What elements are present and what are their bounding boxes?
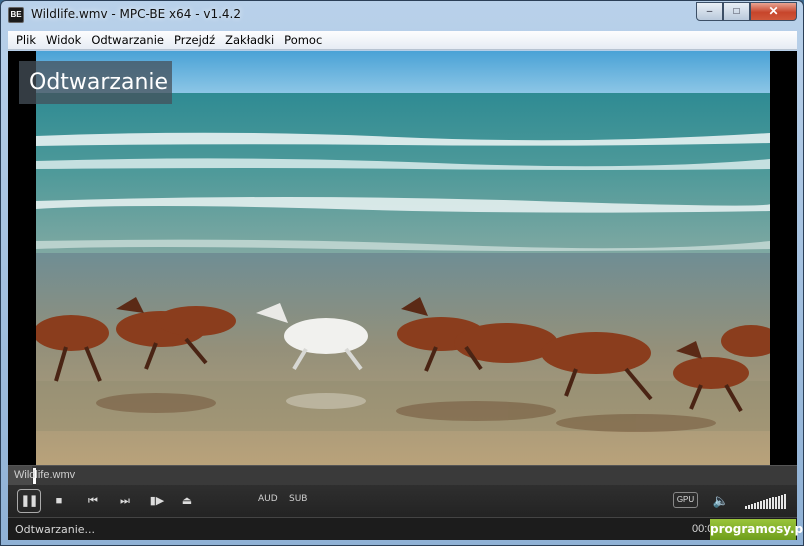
frame-step-button[interactable]: ▮▶ <box>146 491 168 511</box>
menu-przejdz[interactable]: Przejdź <box>169 31 220 50</box>
window-title: Wildlife.wmv - MPC-BE x64 - v1.4.2 <box>31 7 242 21</box>
video-frame[interactable] <box>36 51 770 465</box>
volume-level-bar <box>760 501 762 509</box>
osd-status-overlay: Odtwarzanie <box>19 61 172 104</box>
menu-bar: Plik Widok Odtwarzanie Przejdź Zakładki … <box>8 31 797 50</box>
clapperboard-icon[interactable]: BE <box>8 7 24 23</box>
menu-pomoc[interactable]: Pomoc <box>279 31 327 50</box>
volume-level-bar <box>751 504 753 509</box>
skip-back-icon: ⏮ <box>88 495 98 507</box>
volume-level-bar <box>778 495 780 509</box>
volume-level-bar <box>748 505 750 509</box>
eject-button[interactable]: ⏏ <box>176 491 198 511</box>
next-button[interactable]: ⏭ <box>114 491 136 511</box>
menu-zakladki[interactable]: Zakładki <box>220 31 279 50</box>
volume-level-bar <box>781 494 783 509</box>
volume-level-bar <box>745 506 747 509</box>
title-bar[interactable]: BE Wildlife.wmv - MPC-BE x64 - v1.4.2 – … <box>1 1 803 29</box>
seek-bar[interactable]: Wildlife.wmv <box>8 465 797 485</box>
minimize-button[interactable]: – <box>696 2 723 21</box>
gpu-indicator[interactable]: GPU <box>673 492 698 508</box>
app-window: BE Wildlife.wmv - MPC-BE x64 - v1.4.2 – … <box>0 0 804 546</box>
menu-odtwarzanie[interactable]: Odtwarzanie <box>86 31 169 50</box>
frame-step-icon: ▮▶ <box>149 495 165 507</box>
volume-level-bar <box>772 497 774 509</box>
menu-widok[interactable]: Widok <box>41 31 86 50</box>
volume-level-bar <box>775 496 777 509</box>
audio-track-button[interactable]: AUD <box>258 494 278 504</box>
volume-level-bar <box>766 499 768 509</box>
maximize-button[interactable]: □ <box>723 2 750 21</box>
subtitle-button[interactable]: SUB <box>289 494 307 504</box>
volume-level-bar <box>754 503 756 509</box>
volume-level-bar <box>769 498 771 509</box>
previous-button[interactable]: ⏮ <box>82 491 104 511</box>
volume-level-bar <box>757 502 759 509</box>
seek-file-label: Wildlife.wmv <box>14 469 76 481</box>
stop-icon: ■ <box>55 495 63 507</box>
stop-button[interactable]: ■ <box>48 491 70 511</box>
speaker-icon[interactable]: 🔈 <box>711 491 731 511</box>
skip-forward-icon: ⏭ <box>120 495 130 507</box>
pause-icon: ❚❚ <box>20 495 38 507</box>
video-area[interactable]: Odtwarzanie <box>8 51 797 465</box>
close-button[interactable]: ✕ <box>750 2 797 21</box>
status-bar: Odtwarzanie... 00:0 programosy.pl <box>8 517 804 540</box>
volume-level-bar <box>784 493 786 509</box>
playback-toolbar: ❚❚ ■ ⏮ ⏭ ▮▶ ⏏ AUD SUB GPU 🔈 <box>8 485 797 517</box>
eject-icon: ⏏ <box>181 495 193 507</box>
menu-plik[interactable]: Plik <box>11 31 41 50</box>
volume-slider[interactable] <box>745 493 789 509</box>
pause-button[interactable]: ❚❚ <box>17 489 41 513</box>
volume-level-bar <box>763 500 765 509</box>
watermark-logo: programosy.pl <box>710 519 804 540</box>
status-text: Odtwarzanie... <box>15 523 96 536</box>
